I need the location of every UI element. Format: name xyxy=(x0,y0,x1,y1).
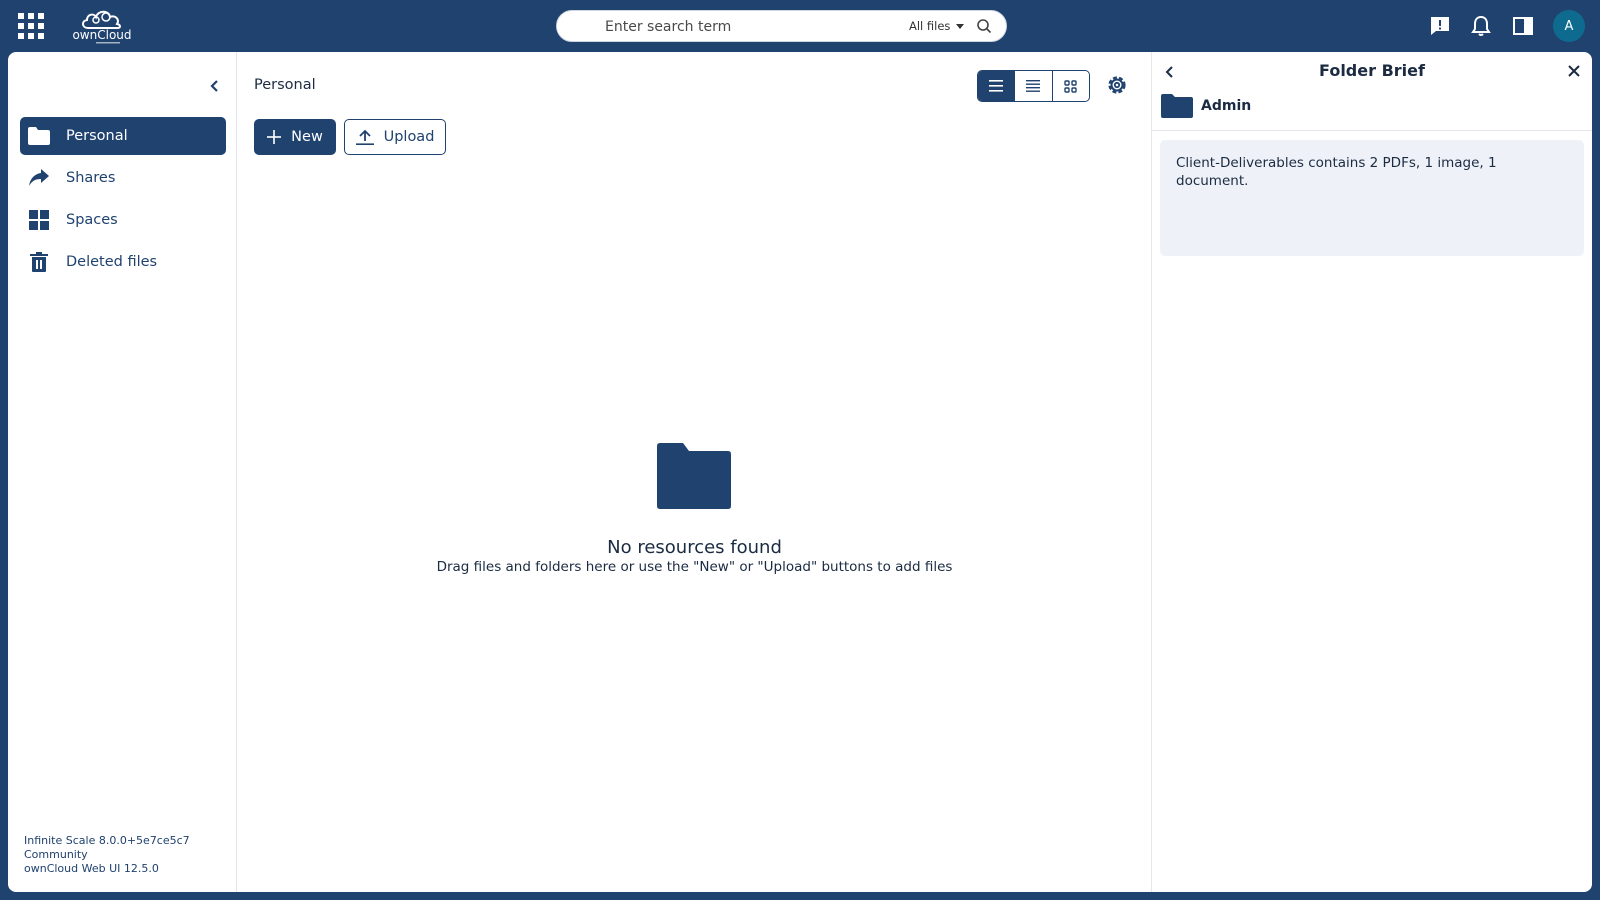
collapse-sidebar-chevron-left-icon[interactable] xyxy=(207,78,223,94)
sidebar-item-spaces[interactable]: Spaces xyxy=(20,201,226,239)
upload-button-label: Upload xyxy=(383,129,435,145)
new-button[interactable]: New xyxy=(254,119,336,155)
view-list-icon[interactable] xyxy=(978,71,1016,101)
settings-gear-icon[interactable] xyxy=(1106,74,1128,96)
close-icon[interactable] xyxy=(1566,63,1582,79)
feedback-icon[interactable] xyxy=(1428,14,1452,38)
plus-icon xyxy=(267,130,282,144)
search-scope-dropdown[interactable]: All files xyxy=(909,19,965,33)
sidebar-item-label: Shares xyxy=(66,170,116,186)
empty-state-title: No resources found xyxy=(607,537,782,558)
sidebar-item-personal[interactable]: Personal xyxy=(20,117,226,155)
folder-summary-box: Client-Deliverables contains 2 PDFs, 1 i… xyxy=(1160,140,1584,256)
folder-icon xyxy=(1161,94,1193,118)
web-ui-version-line: ownCloud Web UI 12.5.0 xyxy=(24,862,159,875)
upload-icon xyxy=(355,129,374,145)
search-bar: All files xyxy=(556,10,1007,42)
user-avatar[interactable]: A xyxy=(1553,10,1585,42)
upload-button[interactable]: Upload xyxy=(344,119,446,155)
folder-brief-panel: Folder Brief Admin Client-Deliverables c… xyxy=(1152,52,1592,892)
app-switcher-icon[interactable] xyxy=(18,13,44,39)
new-button-label: New xyxy=(291,129,323,145)
svg-text:ownCloud: ownCloud xyxy=(72,28,131,42)
sidebar-item-deleted-files[interactable]: Deleted files xyxy=(20,243,226,281)
share-icon xyxy=(28,167,50,189)
search-scope-label: All files xyxy=(909,19,951,33)
trash-icon xyxy=(28,251,50,273)
left-sidebar: Personal Shares Spaces Deleted files Inf… xyxy=(8,52,237,892)
sidebar-item-label: Spaces xyxy=(66,212,118,228)
folder-summary-text: Client-Deliverables contains 2 PDFs, 1 i… xyxy=(1176,155,1497,189)
sidebar-toggle-icon[interactable] xyxy=(1511,14,1535,38)
sidebar-item-shares[interactable]: Shares xyxy=(20,159,226,197)
sidebar-item-label: Deleted files xyxy=(66,254,158,270)
avatar-initial: A xyxy=(1564,18,1574,34)
divider xyxy=(1152,130,1592,131)
folder-name: Admin xyxy=(1201,98,1252,114)
search-input[interactable] xyxy=(605,15,885,39)
version-info: Infinite Scale 8.0.0+5e7ce5c7 Community … xyxy=(24,834,190,876)
edition-line: Community xyxy=(24,848,88,861)
main-content: Personal New Upload No resources found D… xyxy=(237,52,1152,892)
breadcrumb[interactable]: Personal xyxy=(254,77,316,93)
panel-title: Folder Brief xyxy=(1319,61,1425,80)
view-condensed-list-icon[interactable] xyxy=(1015,71,1053,101)
caret-down-icon xyxy=(956,23,965,29)
folder-icon xyxy=(28,125,50,147)
spaces-grid-icon xyxy=(28,209,50,231)
version-line: Infinite Scale 8.0.0+5e7ce5c7 xyxy=(24,834,190,847)
owncloud-logo[interactable]: ownCloud xyxy=(66,4,138,46)
empty-state-subtitle: Drag files and folders here or use the "… xyxy=(436,559,953,575)
search-icon[interactable] xyxy=(976,18,992,34)
view-tiles-icon[interactable] xyxy=(1053,71,1089,101)
top-bar: ownCloud All files A xyxy=(0,0,1600,52)
sidebar-item-label: Personal xyxy=(66,128,128,144)
empty-folder-icon xyxy=(657,443,731,509)
notifications-bell-icon[interactable] xyxy=(1469,14,1493,38)
view-mode-switcher xyxy=(977,70,1090,102)
